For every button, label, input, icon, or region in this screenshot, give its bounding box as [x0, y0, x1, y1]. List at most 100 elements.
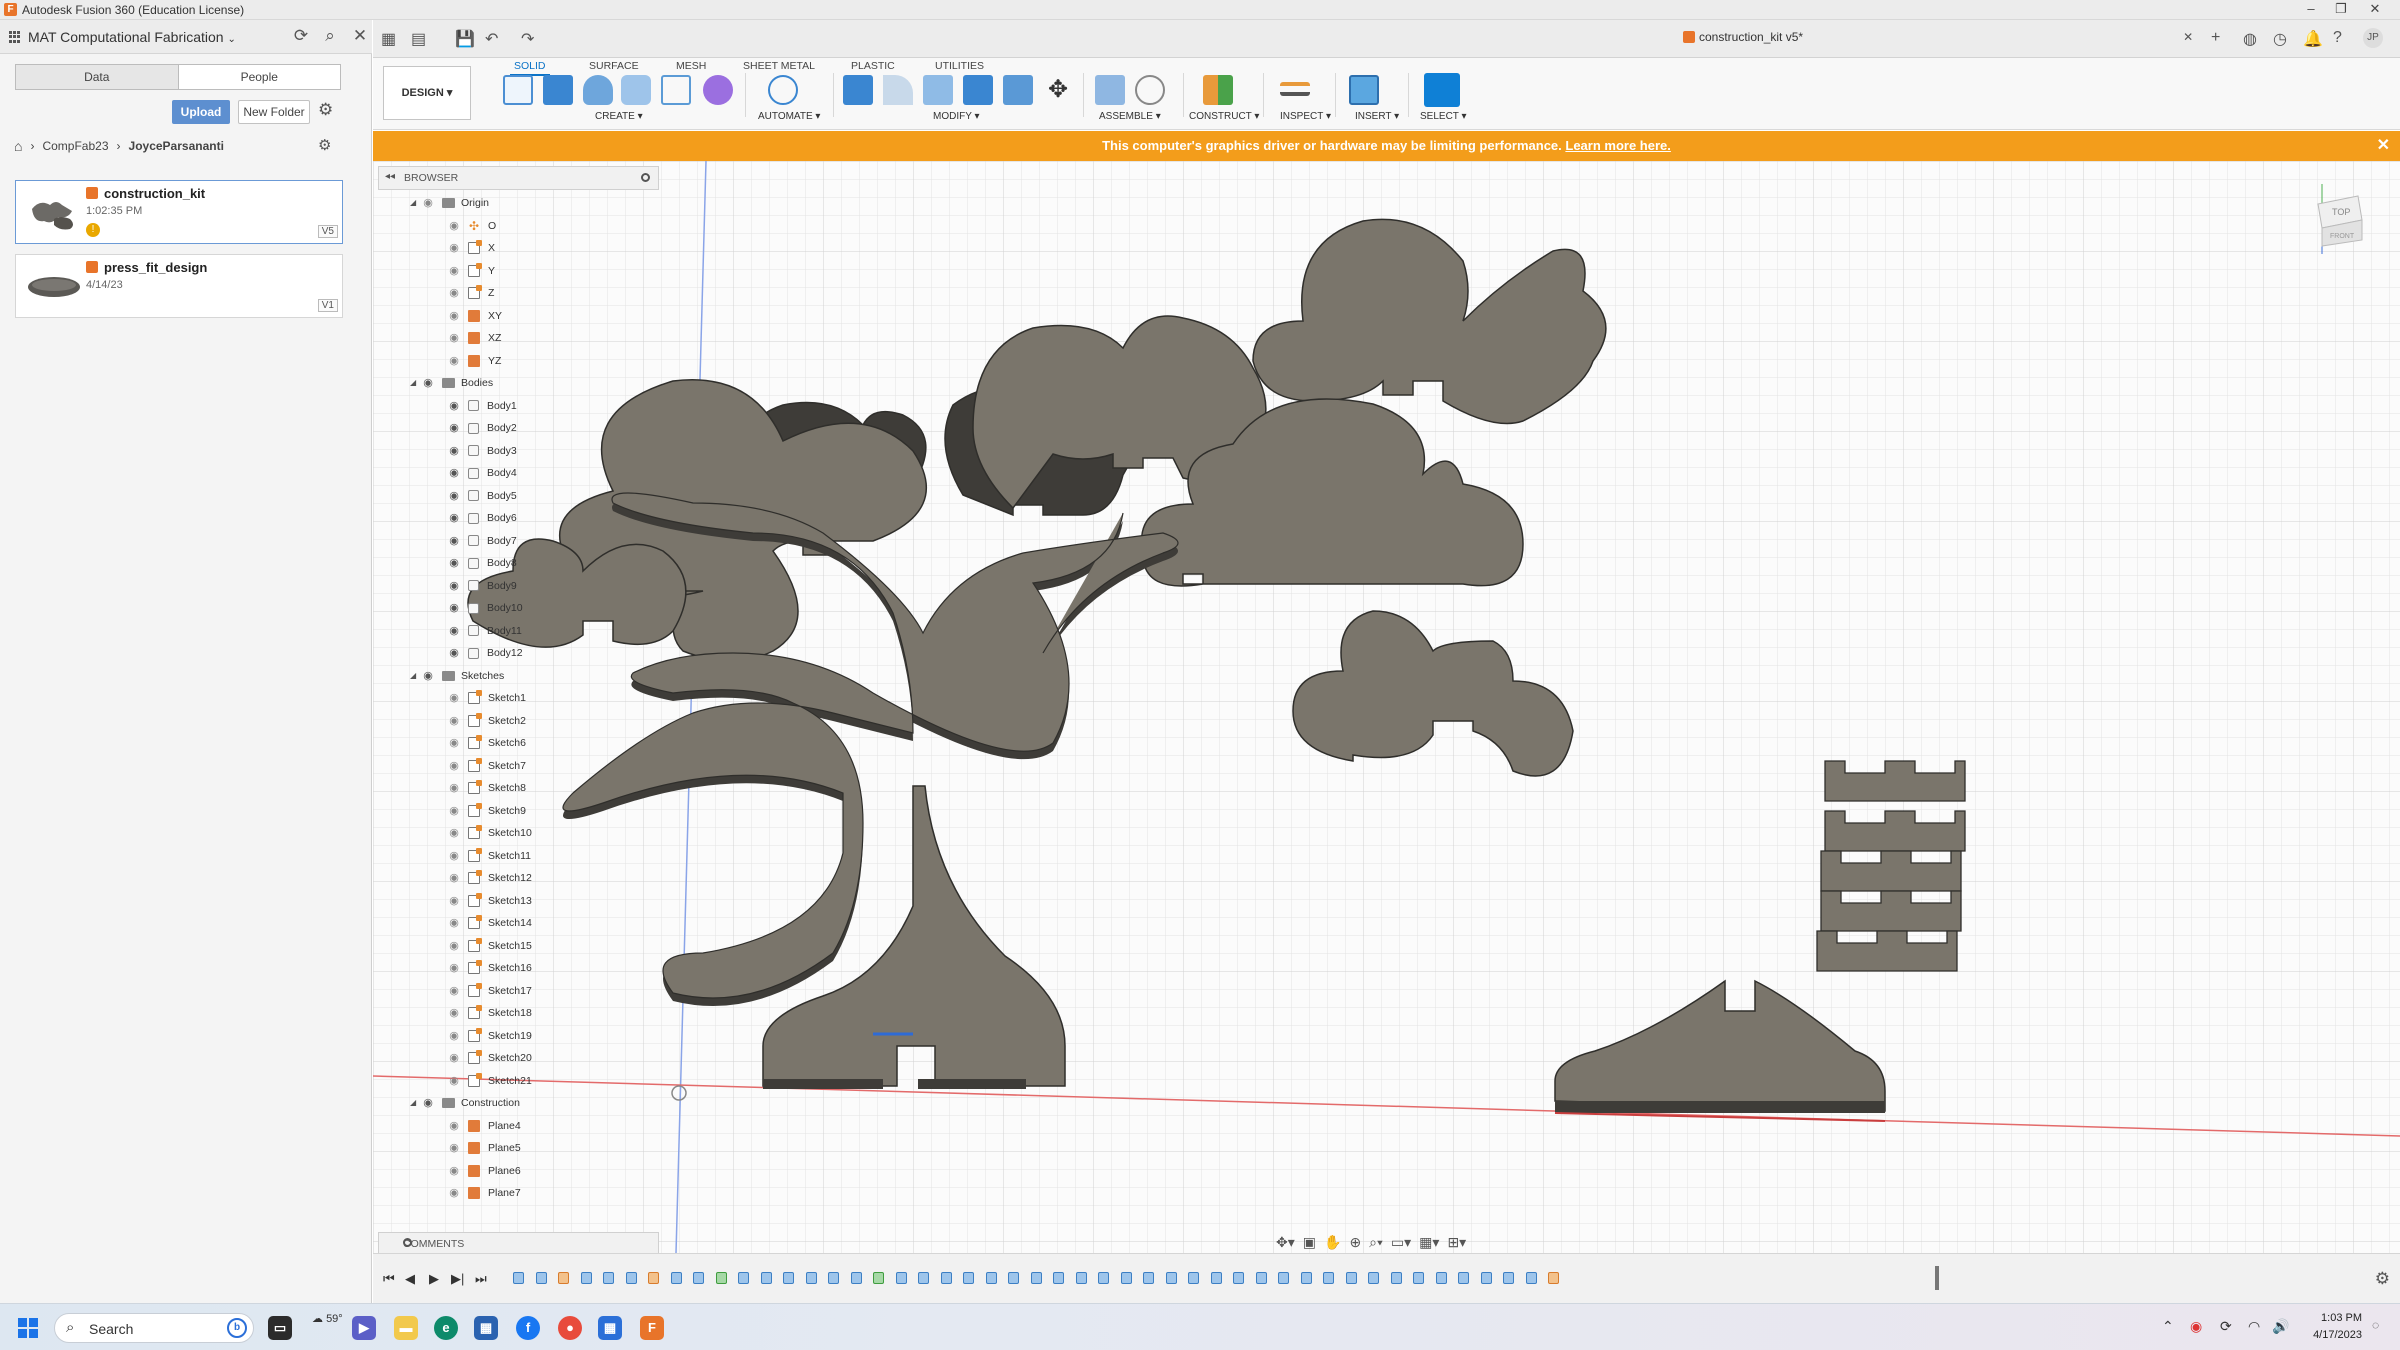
visibility-eye-icon[interactable]: ◉ [446, 715, 462, 726]
timeline-feature-icon[interactable] [1435, 1272, 1447, 1284]
timeline-settings-icon[interactable]: ⚙ [2375, 1269, 2390, 1289]
timeline-feature-icon[interactable] [895, 1272, 907, 1284]
visibility-eye-icon[interactable]: ◉ [446, 1008, 462, 1019]
browser-folder[interactable]: ◢ ◉ Sketches [410, 665, 504, 687]
timeline-feature-icon[interactable] [873, 1272, 884, 1284]
windows-start-icon[interactable] [18, 1318, 38, 1338]
hole-icon[interactable] [621, 75, 651, 105]
store-icon[interactable]: ▦ [474, 1316, 498, 1340]
extensions-icon[interactable]: ◍ [2243, 29, 2257, 49]
timeline-feature-icon[interactable] [1098, 1272, 1109, 1284]
timeline-feature-icon[interactable] [1255, 1272, 1267, 1284]
viewports-icon[interactable]: ⊞▾ [1447, 1234, 1466, 1251]
visibility-eye-icon[interactable]: ◉ [446, 828, 462, 839]
timeline-feature-icon[interactable] [850, 1272, 862, 1284]
timeline-feature-icon[interactable] [648, 1272, 659, 1284]
visibility-eye-icon[interactable]: ◉ [446, 1120, 462, 1131]
file-card[interactable]: press_fit_design 4/14/23 V1 [15, 254, 343, 318]
timeline-feature-icon[interactable] [1413, 1272, 1424, 1284]
expand-arrow-icon[interactable]: ◢ [410, 192, 420, 214]
job-status-icon[interactable]: ◷ [2273, 29, 2287, 49]
browser-item[interactable]: ◉ Sketch17 [446, 980, 532, 1002]
timeline-feature-icon[interactable] [1548, 1272, 1559, 1284]
visibility-eye-icon[interactable]: ◉ [420, 670, 436, 681]
new-folder-button[interactable]: New Folder [238, 100, 310, 124]
grid-settings-icon[interactable]: ▦▾ [1419, 1234, 1439, 1251]
visibility-eye-icon[interactable]: ◉ [446, 558, 462, 569]
file-explorer-icon[interactable]: ▬ [394, 1316, 418, 1340]
browser-item[interactable]: ◉ Body6 [446, 507, 517, 529]
visibility-eye-icon[interactable]: ◉ [446, 490, 462, 501]
security-icon[interactable]: ◉ [2190, 1318, 2202, 1335]
browser-item[interactable]: ◉ ✣ O [446, 215, 496, 237]
save-icon[interactable]: 💾 [455, 29, 475, 49]
browser-item[interactable]: ◉ Body10 [446, 597, 522, 619]
show-hidden-icons[interactable]: ⌃ [2162, 1318, 2174, 1335]
timeline-feature-icon[interactable] [558, 1272, 569, 1284]
timeline-feature-icon[interactable] [828, 1272, 839, 1284]
timeline-feature-icon[interactable] [738, 1272, 749, 1284]
create-sketch-icon[interactable] [503, 75, 533, 105]
move-icon[interactable]: ✥ [1043, 75, 1073, 105]
visibility-eye-icon[interactable]: ◉ [446, 625, 462, 636]
timeline-feature-icon[interactable] [1188, 1272, 1199, 1284]
edge-icon[interactable]: e [434, 1316, 458, 1340]
browser-item[interactable]: ◉ Body2 [446, 417, 517, 439]
browser-item[interactable]: ◉ Sketch15 [446, 935, 532, 957]
go-to-start-icon[interactable]: ⏮ [383, 1271, 395, 1287]
teams-icon[interactable]: ▶ [352, 1316, 376, 1340]
fit-icon[interactable]: ⌕▾ [1369, 1234, 1383, 1251]
measure-icon[interactable] [1280, 82, 1310, 96]
create-menu[interactable]: CREATE ▾ [595, 111, 643, 122]
shell-icon[interactable] [1003, 75, 1033, 105]
orbit-icon[interactable]: ✥▾ [1276, 1234, 1295, 1251]
browser-item[interactable]: ◉ Sketch6 [446, 732, 526, 754]
browser-item[interactable]: ◉ Sketch11 [446, 845, 531, 867]
timeline-feature-icon[interactable] [1165, 1272, 1177, 1284]
go-to-end-icon[interactable]: ⏭ [475, 1271, 487, 1287]
timeline-marker[interactable] [1935, 1266, 1939, 1290]
tab-mesh[interactable]: MESH [672, 58, 710, 74]
browser-item[interactable]: ◉ YZ [446, 350, 501, 372]
taskbar-search[interactable]: ⌕ Search b [54, 1313, 254, 1343]
redo-icon[interactable]: ↷ [521, 29, 534, 49]
tab-plastic[interactable]: PLASTIC [847, 58, 899, 74]
visibility-eye-icon[interactable]: ◉ [446, 918, 462, 929]
select-icon[interactable] [1424, 73, 1460, 107]
timeline-feature-icon[interactable] [963, 1272, 974, 1284]
timeline-feature-icon[interactable] [1300, 1272, 1312, 1284]
visibility-eye-icon[interactable]: ◉ [420, 1098, 436, 1109]
timeline-feature-icon[interactable] [1030, 1272, 1042, 1284]
document-tab[interactable]: construction_kit v5* ✕ [1683, 30, 2193, 44]
construct-menu[interactable]: CONSTRUCT ▾ [1189, 111, 1259, 122]
visibility-eye-icon[interactable]: ◉ [446, 693, 462, 704]
close-panel-icon[interactable]: ✕ [349, 26, 371, 46]
timeline-feature-icon[interactable] [940, 1272, 952, 1284]
timeline-feature-icon[interactable] [760, 1272, 772, 1284]
visibility-eye-icon[interactable]: ◉ [446, 850, 462, 861]
new-tab-icon[interactable]: + [2211, 29, 2220, 47]
upload-button[interactable]: Upload [172, 100, 230, 124]
browser-item[interactable]: ◉ Body7 [446, 530, 517, 552]
timeline-feature-icon[interactable] [1210, 1272, 1222, 1284]
chamfer-icon[interactable] [923, 75, 953, 105]
browser-item[interactable]: ◉ Sketch10 [446, 822, 532, 844]
visibility-eye-icon[interactable]: ◉ [446, 985, 462, 996]
insert-menu[interactable]: INSERT ▾ [1355, 111, 1399, 122]
volume-icon[interactable]: 🔊 [2272, 1318, 2289, 1335]
tab-sheet-metal[interactable]: SHEET METAL [739, 58, 819, 74]
version-badge[interactable]: V1 [317, 299, 338, 312]
timeline-feature-icon[interactable] [1345, 1272, 1357, 1284]
timeline-feature-icon[interactable] [985, 1272, 997, 1284]
browser-item[interactable]: ◉ Sketch1 [446, 687, 526, 709]
browser-item[interactable]: ◉ Sketch2 [446, 710, 526, 732]
browser-item[interactable]: ◉ XY [446, 305, 502, 327]
assemble-menu[interactable]: ASSEMBLE ▾ [1099, 111, 1161, 122]
timeline-feature-icon[interactable] [580, 1272, 592, 1284]
modify-menu[interactable]: MODIFY ▾ [933, 111, 980, 122]
canvas-viewport[interactable] [373, 161, 2400, 1253]
timeline-feature-icon[interactable] [715, 1272, 727, 1284]
fusion-taskbar-icon[interactable]: F [640, 1316, 664, 1340]
visibility-eye-icon[interactable]: ◉ [446, 243, 462, 254]
tab-utilities[interactable]: UTILITIES [931, 58, 988, 74]
